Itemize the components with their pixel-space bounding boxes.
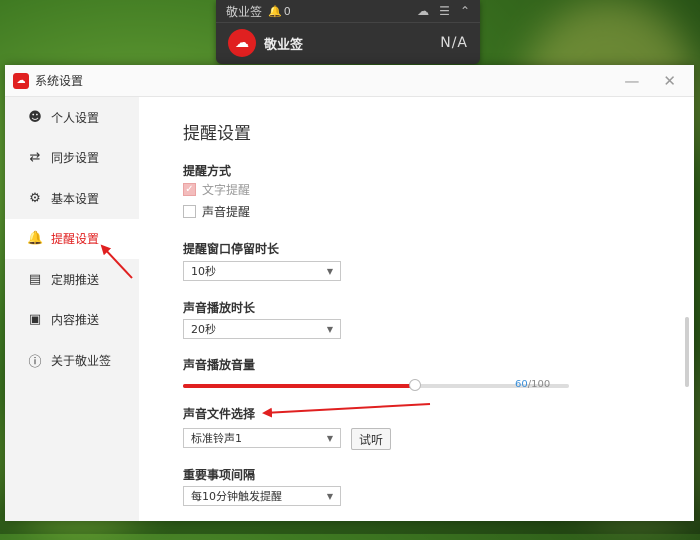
settings-content: 提醒设置 提醒方式 ✓ 文字提醒 声音提醒 提醒窗口停留时长 10秒 ▼ 声音播… <box>139 97 682 521</box>
volume-slider-handle[interactable] <box>408 379 421 391</box>
section-label-sound-duration: 声音播放时长 <box>183 301 256 315</box>
checkbox-text-reminder[interactable]: ✓ 文字提醒 <box>183 181 250 198</box>
sound-duration-select[interactable]: 20秒 ▼ <box>183 319 341 339</box>
sidebar-item-label: 同步设置 <box>51 151 100 166</box>
widget-notification-count: 0 <box>283 4 291 18</box>
widget-title: 敬业签 <box>226 4 263 19</box>
sidebar-item-label: 个人设置 <box>51 110 100 125</box>
check-icon: ✓ <box>183 183 196 196</box>
close-icon[interactable]: ✕ <box>663 72 676 90</box>
menu-icon[interactable]: ☰ <box>439 4 450 18</box>
window-titlebar: ☁ 系统设置 — ✕ <box>5 65 694 97</box>
sidebar-item-about[interactable]: ⓘ 关于敬业签 <box>5 340 139 381</box>
sidebar-item-label: 提醒设置 <box>51 232 100 247</box>
sidebar-item-label: 定期推送 <box>51 272 100 287</box>
gear-icon: ⚙ <box>29 190 41 206</box>
widget-body: ☁ 敬业签 N/A <box>216 23 480 63</box>
checkbox-label: 声音提醒 <box>202 205 251 219</box>
sidebar: ☻ 个人设置 ⇄ 同步设置 ⚙ 基本设置 🔔 提醒设置 ▤ 定期推送 ▣ 内容推… <box>5 97 139 521</box>
user-icon: ☻ <box>28 109 42 125</box>
calendar-icon: ▤ <box>28 271 42 287</box>
sidebar-item-label: 基本设置 <box>51 191 100 206</box>
sidebar-item-basic[interactable]: ⚙ 基本设置 <box>5 178 139 219</box>
document-icon: ▣ <box>28 312 42 328</box>
sound-file-select[interactable]: 标准铃声1 ▼ <box>183 428 341 448</box>
bell-icon: 🔔 <box>27 231 44 247</box>
section-label-volume: 声音播放音量 <box>183 358 256 372</box>
caret-down-icon: ▼ <box>326 433 333 443</box>
volume-slider[interactable] <box>183 378 569 394</box>
scrollbar[interactable] <box>685 97 691 521</box>
settings-window: ☁ 系统设置 — ✕ ☻ 个人设置 ⇄ 同步设置 ⚙ 基本设置 🔔 提醒设置 ▤… <box>5 65 694 521</box>
info-icon: ⓘ <box>28 354 42 370</box>
popup-duration-select[interactable]: 10秒 ▼ <box>183 261 341 281</box>
sync-icon: ⇄ <box>29 150 41 166</box>
chevron-up-icon[interactable]: ⌃ <box>460 4 470 18</box>
volume-fill <box>183 384 415 388</box>
section-label-important-interval: 重要事项间隔 <box>183 468 256 482</box>
window-title: 系统设置 <box>35 74 84 88</box>
widget-name: 敬业签 <box>264 37 304 53</box>
volume-value: 60 <box>515 379 528 390</box>
floating-widget[interactable]: 敬业签 🔔 0 ☁ ☰ ⌃ ☁ 敬业签 N/A <box>216 0 480 64</box>
section-label-popup-duration: 提醒窗口停留时长 <box>183 242 280 256</box>
bell-icon[interactable]: 🔔 <box>268 5 282 18</box>
checkbox-sound-reminder[interactable]: 声音提醒 <box>183 203 250 220</box>
sidebar-item-label: 内容推送 <box>51 313 100 328</box>
important-interval-select[interactable]: 每10分钟触发提醒 ▼ <box>183 486 341 506</box>
volume-readout: 60/100 <box>515 379 550 390</box>
sidebar-item-content-push[interactable]: ▣ 内容推送 <box>5 300 139 341</box>
sidebar-item-label: 关于敬业签 <box>51 353 112 368</box>
cloud-icon[interactable]: ☁ <box>417 4 429 18</box>
checkbox-label: 文字提醒 <box>202 183 251 197</box>
app-logo-icon: ☁ <box>13 72 29 89</box>
page-title: 提醒设置 <box>183 124 251 144</box>
sidebar-item-sync[interactable]: ⇄ 同步设置 <box>5 138 139 179</box>
select-value: 10秒 <box>191 265 216 278</box>
app-logo-icon: ☁ <box>228 29 256 57</box>
caret-down-icon: ▼ <box>326 491 333 501</box>
caret-down-icon: ▼ <box>326 266 333 276</box>
widget-toolbar: 敬业签 🔔 0 ☁ ☰ ⌃ <box>216 0 480 23</box>
section-label-sound-file: 声音文件选择 <box>183 407 256 421</box>
caret-down-icon: ▼ <box>326 324 333 334</box>
minimize-icon[interactable]: — <box>624 72 639 90</box>
select-value: 标准铃声1 <box>191 432 242 445</box>
sidebar-item-scheduled-push[interactable]: ▤ 定期推送 <box>5 259 139 300</box>
sidebar-item-personal[interactable]: ☻ 个人设置 <box>5 97 139 138</box>
widget-value: N/A <box>440 35 468 51</box>
select-value: 每10分钟触发提醒 <box>191 490 282 503</box>
try-sound-button[interactable]: 试听 <box>351 428 391 450</box>
select-value: 20秒 <box>191 323 216 336</box>
sidebar-item-reminder[interactable]: 🔔 提醒设置 <box>5 218 139 259</box>
volume-max: /100 <box>527 379 551 390</box>
section-label-reminder-method: 提醒方式 <box>183 164 232 178</box>
scrollbar-thumb[interactable] <box>685 317 689 387</box>
